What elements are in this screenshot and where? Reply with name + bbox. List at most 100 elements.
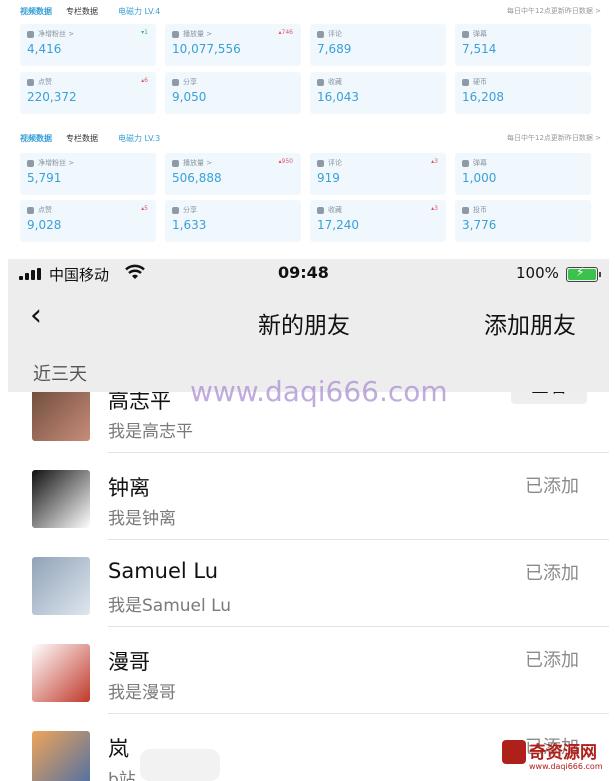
friend-name: Samuel Lu [108, 559, 219, 583]
tab-video-data[interactable]: 视频数据 [20, 133, 52, 144]
stat-value: 10,077,556 [172, 42, 241, 56]
friend-name: 岚 [108, 737, 129, 761]
page-title: 新的朋友 [258, 313, 350, 339]
stat-card[interactable]: 弹幕 1,000 [455, 153, 591, 195]
stat-icon [462, 79, 469, 86]
stat-icon [462, 160, 469, 167]
stat-value: 16,208 [462, 90, 504, 104]
watermark-text: www.daqi666.com [190, 375, 448, 408]
stat-delta: ▴746 [278, 29, 293, 36]
update-note[interactable]: 每日中午12点更新昨日数据 > [507, 6, 601, 16]
back-icon[interactable]: ‹ [30, 301, 42, 331]
stat-icon [172, 160, 179, 167]
logo-icon [502, 740, 526, 764]
stat-icon [27, 207, 34, 214]
stat-value: 16,043 [317, 90, 359, 104]
friend-message: 我是Samuel Lu [108, 596, 232, 616]
wifi-icon [125, 264, 145, 284]
stat-card[interactable]: 播放量 > 10,077,556 ▴746 [165, 24, 301, 66]
battery-icon: ⚡ [566, 265, 601, 282]
stat-label: 分享 [183, 206, 197, 214]
tab-column-data[interactable]: 专栏数据 [66, 133, 98, 144]
stat-card[interactable]: 净增粉丝 > 5,791 [20, 153, 156, 195]
stat-icon [462, 31, 469, 38]
stat-label: 评论 [328, 30, 342, 38]
stat-card[interactable]: 点赞 9,028 ▴5 [20, 200, 156, 242]
charging-icon: ⚡ [576, 265, 585, 279]
friend-message: 我是高志平 [108, 422, 193, 442]
carrier-name: 中国移动 [49, 266, 110, 284]
stat-delta: ▴5 [141, 205, 148, 212]
stat-value: 7,514 [462, 42, 497, 56]
status-time: 09:48 [278, 263, 329, 282]
avatar[interactable] [32, 470, 90, 528]
stat-label: 投币 [473, 206, 487, 214]
stat-delta: ▴3 [431, 158, 438, 165]
friend-name: 漫哥 [108, 650, 150, 674]
stat-icon [27, 160, 34, 167]
stat-value: 506,888 [172, 171, 222, 185]
avatar[interactable] [32, 644, 90, 702]
friend-request-item[interactable]: 漫哥 我是漫哥 已添加 [8, 627, 609, 714]
update-note[interactable]: 每日中午12点更新昨日数据 > [507, 133, 601, 143]
stat-label: 净增粉丝 > [38, 159, 75, 167]
friend-message: 我是钟离 [108, 509, 176, 529]
stat-value: 5,791 [27, 171, 62, 185]
section-title: 近三天 [33, 364, 87, 385]
stat-card[interactable]: 播放量 > 506,888 ▴950 [165, 153, 301, 195]
level-badge[interactable]: 电磁力 LV.3 [118, 133, 160, 144]
stat-card[interactable]: 收藏 16,043 [310, 72, 446, 114]
level-badge[interactable]: 电磁力 LV.4 [118, 6, 160, 17]
stat-card[interactable]: 收藏 17,240 ▴3 [310, 200, 446, 242]
added-status: 已添加 [525, 476, 579, 497]
stat-card[interactable]: 分享 9,050 [165, 72, 301, 114]
stat-value: 1,000 [462, 171, 497, 185]
stat-card[interactable]: 硬币 16,208 [455, 72, 591, 114]
stat-card[interactable]: 评论 919 ▴3 [310, 153, 446, 195]
stat-card[interactable]: 评论 7,689 [310, 24, 446, 66]
tab-video-data[interactable]: 视频数据 [20, 6, 52, 17]
site-logo: 奇资源网 www.daqi666.com [502, 738, 612, 778]
stat-value: 1,633 [172, 218, 207, 232]
added-status: 已添加 [525, 563, 579, 584]
panel-header: 视频数据 专栏数据 电磁力 LV.4 每日中午12点更新昨日数据 > [10, 2, 607, 24]
stat-label: 硬币 [473, 78, 487, 86]
friend-request-item[interactable]: 钟离 我是钟离 已添加 [8, 453, 609, 540]
stat-value: 9,028 [27, 218, 62, 232]
stat-icon [172, 207, 179, 214]
stat-card[interactable]: 投币 3,776 [455, 200, 591, 242]
stat-delta: ▴3 [431, 205, 438, 212]
stat-icon [462, 207, 469, 214]
stat-value: 9,050 [172, 90, 207, 104]
avatar[interactable] [32, 557, 90, 615]
stat-card[interactable]: 分享 1,633 [165, 200, 301, 242]
stat-icon [172, 31, 179, 38]
stat-value: 220,372 [27, 90, 77, 104]
signal-icon [19, 268, 43, 280]
stat-label: 评论 [328, 159, 342, 167]
stat-card[interactable]: 净增粉丝 > 4,416 ▾1 [20, 24, 156, 66]
friend-request-item[interactable]: Samuel Lu 我是Samuel Lu 已添加 [8, 540, 609, 627]
stat-value: 4,416 [27, 42, 62, 56]
stat-label: 播放量 > [183, 159, 213, 167]
avatar[interactable] [32, 392, 90, 441]
stat-icon [317, 207, 324, 214]
stat-label: 分享 [183, 78, 197, 86]
stat-label: 弹幕 [473, 159, 487, 167]
tab-column-data[interactable]: 专栏数据 [66, 6, 98, 17]
stat-label: 点赞 [38, 206, 52, 214]
added-status: 已添加 [525, 650, 579, 671]
view-button[interactable]: 查看 [511, 392, 587, 404]
stat-icon [317, 31, 324, 38]
add-friend-button[interactable]: 添加朋友 [484, 306, 576, 340]
stat-card[interactable]: 点赞 220,372 ▴6 [20, 72, 156, 114]
stat-icon [27, 79, 34, 86]
stat-value: 17,240 [317, 218, 359, 232]
nav-bar: ‹ 新的朋友 添加朋友 [8, 289, 609, 352]
stat-icon [317, 160, 324, 167]
stat-label: 点赞 [38, 78, 52, 86]
logo-title: 奇资源网 [529, 743, 597, 763]
stat-card[interactable]: 弹幕 7,514 [455, 24, 591, 66]
friend-name: 高志平 [108, 392, 171, 413]
avatar[interactable] [32, 731, 90, 781]
